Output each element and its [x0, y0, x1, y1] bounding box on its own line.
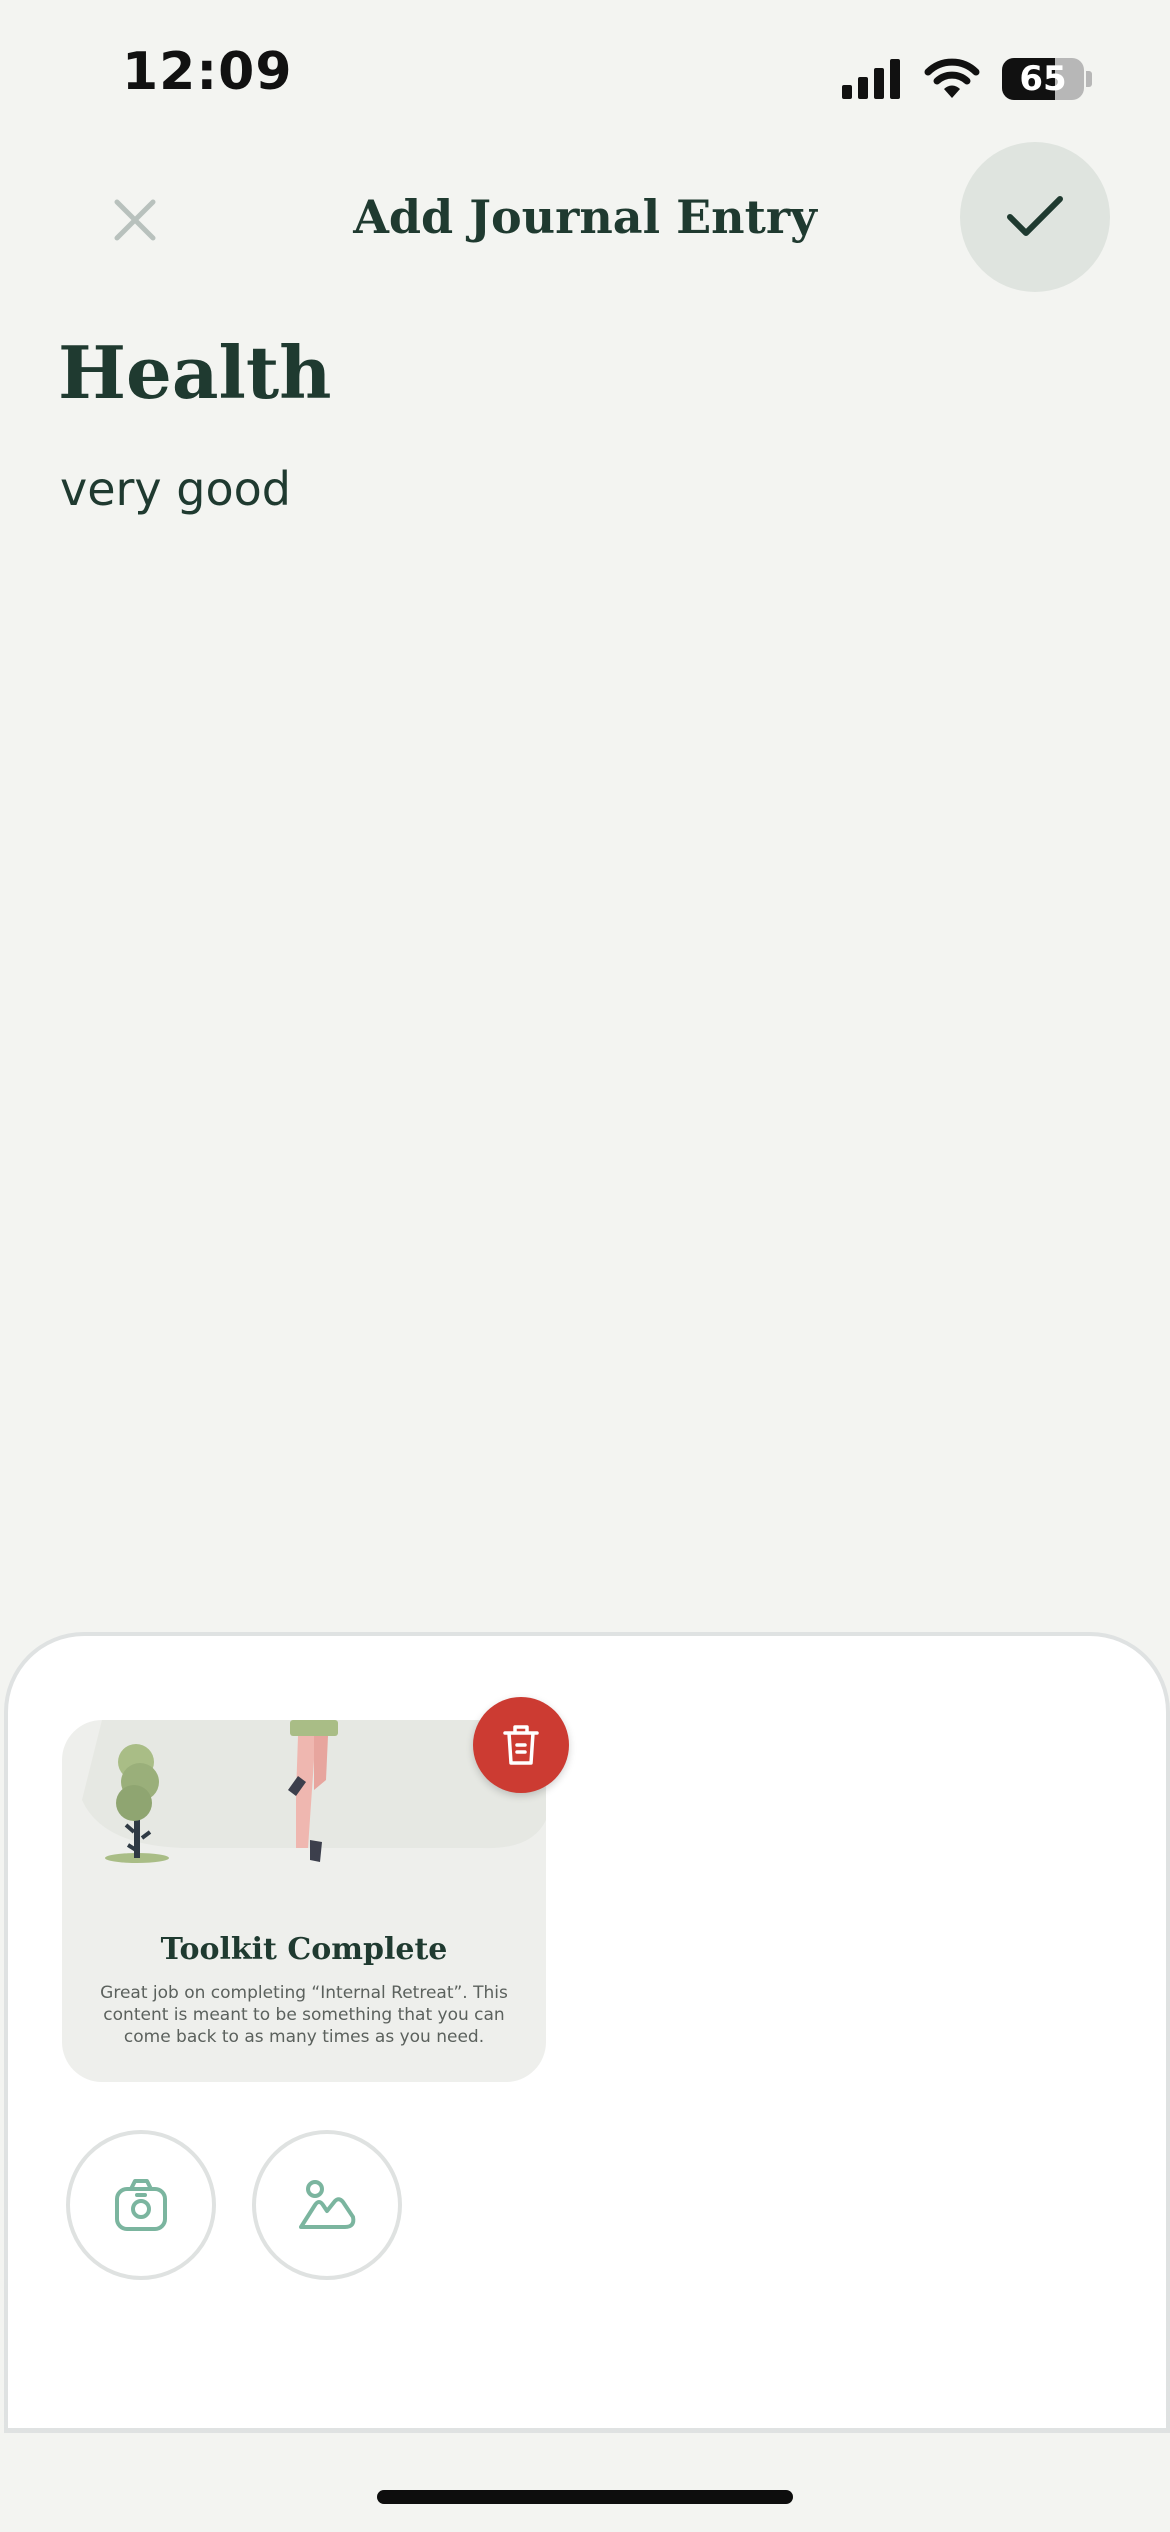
status-bar: 12:09 65	[0, 0, 1170, 150]
entry-body-text[interactable]: very good	[60, 462, 291, 516]
trash-icon	[503, 1725, 539, 1765]
status-time: 12:09	[122, 42, 293, 102]
home-indicator[interactable]	[377, 2490, 793, 2504]
delete-attachment-button[interactable]	[473, 1697, 569, 1793]
camera-icon	[115, 2179, 167, 2231]
camera-button[interactable]	[66, 2130, 216, 2280]
card-description: Great job on completing “Internal Retrea…	[100, 1983, 508, 2047]
status-icons: 65	[842, 54, 1092, 104]
wifi-icon	[924, 58, 980, 98]
checkmark-icon	[1007, 196, 1063, 236]
card-title: Toolkit Complete	[160, 1932, 448, 1967]
entry-title[interactable]: Health	[58, 330, 331, 415]
cellular-signal-icon	[842, 59, 900, 99]
attachment-card[interactable]: Toolkit Complete Great job on completing…	[62, 1720, 546, 2082]
battery-percent: 65	[1019, 59, 1067, 99]
save-entry-button[interactable]	[960, 142, 1110, 292]
battery-icon: 65	[1002, 58, 1084, 100]
photo-gallery-button[interactable]	[252, 2130, 402, 2280]
battery-cap	[1086, 71, 1092, 87]
header: Add Journal Entry	[0, 140, 1170, 300]
image-gallery-icon	[299, 2180, 356, 2229]
